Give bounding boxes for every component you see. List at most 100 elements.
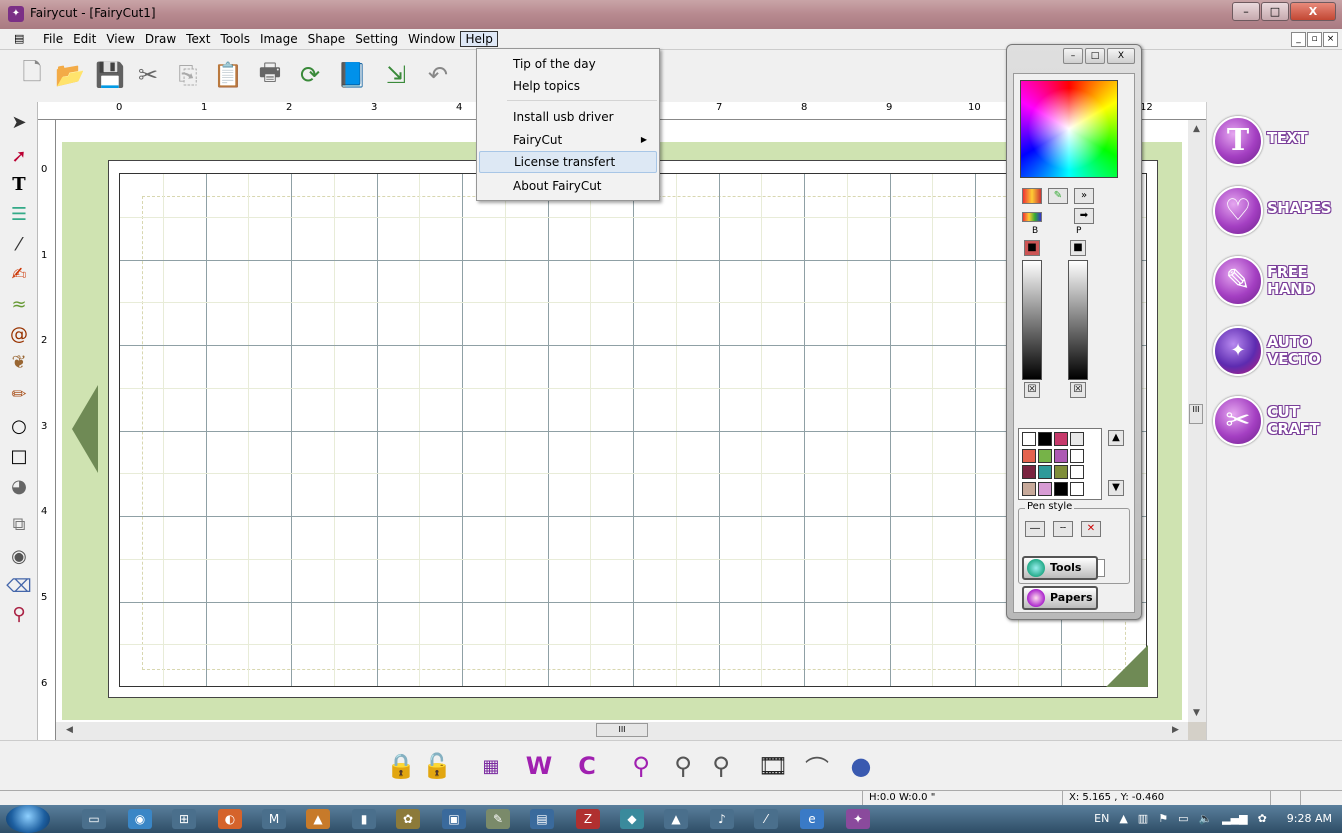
palette-swatch[interactable] xyxy=(1022,432,1036,446)
fairycut-taskbar-icon[interactable]: ✦ xyxy=(846,809,870,829)
papers-button[interactable]: Papers xyxy=(1022,586,1098,610)
lock-icon[interactable]: 🔒 xyxy=(384,749,418,783)
line-tool-icon[interactable]: ⁄ xyxy=(4,232,34,256)
menu-license-transfert[interactable]: License transfert xyxy=(479,151,657,173)
zoom-mat-icon[interactable]: ⚲ xyxy=(704,749,738,783)
color-tools-panel[interactable]: – □ X ✎ » ➡ B P ■ ■ ☒ ☒ ▲ ▼ Pen style ― … xyxy=(1006,44,1142,620)
menu-image[interactable]: Image xyxy=(255,31,303,47)
document-menu-icon[interactable]: ▤ xyxy=(14,33,26,45)
palette-swatch[interactable] xyxy=(1054,481,1068,496)
network-taskbar-icon[interactable]: ⊞ xyxy=(172,809,196,829)
grid-icon[interactable]: ▦ xyxy=(474,749,508,783)
weld-tool-icon[interactable]: ⧉ xyxy=(4,512,34,536)
unlock-icon[interactable]: 🔓 xyxy=(420,749,454,783)
scroll-down-arrow-icon[interactable]: ▼ xyxy=(1193,708,1200,718)
border-opacity-slider[interactable] xyxy=(1022,260,1042,380)
border-none-checkbox[interactable]: ☒ xyxy=(1024,382,1040,398)
panel-title-bar[interactable]: – □ X xyxy=(1007,45,1141,71)
horizontal-scrollbar[interactable]: ◀ III ▶ xyxy=(56,722,1188,740)
open-folder-icon[interactable]: 📂 xyxy=(52,56,88,94)
palette-scroll-up-icon[interactable]: ▲ xyxy=(1108,430,1124,446)
menu-window[interactable]: Window xyxy=(403,31,460,47)
eraser-tool-icon[interactable]: ⌫ xyxy=(4,574,34,598)
new-document-icon[interactable]: 🗋 xyxy=(14,56,50,94)
feed-arrow-icon[interactable] xyxy=(72,385,98,473)
tray-signal-icon[interactable]: ▂▄▆ xyxy=(1222,812,1247,825)
menu-tools[interactable]: Tools xyxy=(215,31,255,47)
app-taskbar-icon[interactable]: ◆ xyxy=(620,809,644,829)
scroll-right-arrow-icon[interactable]: ▶ xyxy=(1172,725,1179,735)
rectangle-tool-icon[interactable]: □ xyxy=(4,444,34,468)
more-button[interactable]: » xyxy=(1074,188,1094,204)
palette-swatch[interactable] xyxy=(1054,432,1068,446)
chart-taskbar-icon[interactable]: ▲ xyxy=(306,809,330,829)
language-indicator[interactable]: EN xyxy=(1094,812,1109,825)
minimize-button[interactable]: – xyxy=(1232,2,1260,21)
cutting-mat[interactable] xyxy=(108,160,1158,698)
palette-swatch[interactable] xyxy=(1038,432,1052,446)
globe-icon[interactable]: ● xyxy=(844,749,878,783)
book-icon[interactable]: 📘 xyxy=(334,56,370,94)
print-icon[interactable]: 🖶 xyxy=(252,56,288,94)
tray-volume-icon[interactable]: 🔈 xyxy=(1198,812,1212,825)
select-arrow-icon[interactable]: ➤ xyxy=(4,110,34,134)
paint-none-checkbox[interactable]: ☒ xyxy=(1070,382,1086,398)
zoom-tool-icon[interactable]: ⚲ xyxy=(4,602,34,626)
close-button[interactable]: X xyxy=(1290,2,1336,21)
zoom-back-icon[interactable]: ⚲ xyxy=(624,749,658,783)
auto-vecto-mode-button[interactable]: ✦ AUTO VECTO xyxy=(1213,320,1339,382)
menu-tip-of-the-day[interactable]: Tip of the day xyxy=(479,53,657,75)
document-taskbar-icon[interactable]: ▤ xyxy=(530,809,554,829)
no-line-icon[interactable]: ✕ xyxy=(1081,521,1101,537)
feather-taskbar-icon[interactable]: ⁄ xyxy=(754,809,778,829)
notes-taskbar-icon[interactable]: ✎ xyxy=(486,809,510,829)
refresh-icon[interactable]: ⟳ xyxy=(292,56,328,94)
maximize-button[interactable]: □ xyxy=(1261,2,1289,21)
zoom-fit-icon[interactable]: ⚲ xyxy=(666,749,700,783)
border-color-swatch[interactable]: ■ xyxy=(1024,240,1040,256)
paste-icon[interactable]: 📋 xyxy=(210,56,246,94)
tray-expand-icon[interactable]: ▲ xyxy=(1119,812,1127,825)
color-palette[interactable] xyxy=(1018,428,1102,500)
palette-swatch[interactable] xyxy=(1070,481,1084,496)
file-taskbar-icon[interactable]: ▮ xyxy=(352,809,376,829)
eyedropper-icon[interactable]: ✎ xyxy=(1048,188,1068,204)
menu-view[interactable]: View xyxy=(101,31,139,47)
scroll-up-arrow-icon[interactable]: ▲ xyxy=(1193,124,1200,134)
weld-w-icon[interactable]: W xyxy=(522,749,556,783)
paint-color-swatch[interactable]: ■ xyxy=(1070,240,1086,256)
itunes-taskbar-icon[interactable]: ♪ xyxy=(710,809,734,829)
wave-tool-icon[interactable]: ≈ xyxy=(4,292,34,316)
explorer-taskbar-icon[interactable]: ▭ xyxy=(82,809,106,829)
menu-draw[interactable]: Draw xyxy=(140,31,181,47)
palette-swatch[interactable] xyxy=(1038,465,1052,479)
tray-app-icon[interactable]: ✿ xyxy=(1258,812,1267,825)
menu-about-fairycut[interactable]: About FairyCut xyxy=(479,175,657,197)
palette-swatch[interactable] xyxy=(1038,448,1052,463)
vertical-scroll-thumb[interactable]: III xyxy=(1189,404,1203,424)
menu-fairycut-submenu[interactable]: FairyCut ▶ xyxy=(479,129,657,151)
copy-icon[interactable]: ⎘ xyxy=(170,56,206,94)
swap-arrow-icon[interactable]: ➡ xyxy=(1074,208,1094,224)
export-icon[interactable]: ⇲ xyxy=(378,56,414,94)
palette-swatch[interactable] xyxy=(1070,448,1084,463)
menu-install-usb-driver[interactable]: Install usb driver xyxy=(479,106,657,128)
cut-scissors-icon[interactable]: ✂ xyxy=(130,56,166,94)
text-tool-icon[interactable]: T xyxy=(4,172,34,196)
image-taskbar-icon[interactable]: ▣ xyxy=(442,809,466,829)
mdi-restore-button[interactable]: ▫ xyxy=(1307,32,1322,47)
media-taskbar-icon[interactable]: ◐ xyxy=(218,809,242,829)
palette-swatch[interactable] xyxy=(1070,465,1084,479)
gradient-fill-icon[interactable] xyxy=(1022,188,1042,204)
clock[interactable]: 9:28 AM xyxy=(1287,812,1332,825)
menu-edit[interactable]: Edit xyxy=(68,31,101,47)
spiral-tool-icon[interactable]: @ xyxy=(4,322,34,346)
chrome-taskbar-icon[interactable]: ◉ xyxy=(128,809,152,829)
paint-taskbar-icon[interactable]: ✿ xyxy=(396,809,420,829)
photo-taskbar-icon[interactable]: ▲ xyxy=(664,809,688,829)
shape-brush-icon[interactable]: ❦ xyxy=(4,350,34,374)
ellipse-tool-icon[interactable]: ○ xyxy=(4,414,34,438)
undo-icon[interactable]: ↶ xyxy=(420,56,456,94)
color-wheel[interactable] xyxy=(1020,80,1118,178)
knife-tool-icon[interactable]: ◉ xyxy=(4,544,34,568)
